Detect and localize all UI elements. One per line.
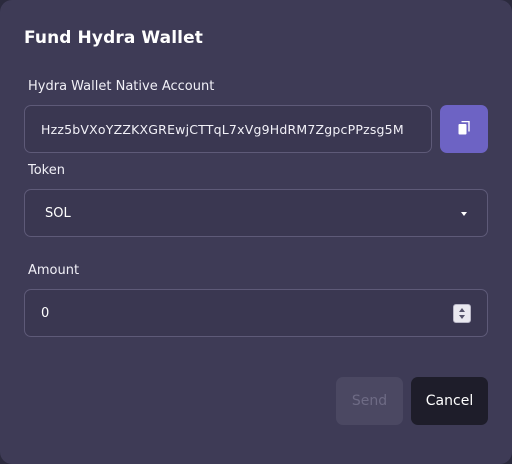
amount-value[interactable]: 0 [41, 306, 49, 321]
cancel-button[interactable]: Cancel [411, 377, 488, 425]
stepper-down-icon[interactable] [459, 315, 465, 319]
account-address-field[interactable]: Hzz5bVXoYZZKXGREwjCTTqL7xVg9HdRM7ZgpcPPz… [24, 105, 432, 153]
send-button[interactable]: Send [336, 377, 403, 425]
stepper-up-icon[interactable] [459, 308, 465, 312]
amount-input[interactable]: 0 [24, 289, 488, 337]
token-label: Token [28, 163, 65, 178]
fund-wallet-dialog: Fund Hydra Wallet Hydra Wallet Native Ac… [0, 0, 512, 464]
account-address-value[interactable]: Hzz5bVXoYZZKXGREwjCTTqL7xVg9HdRM7ZgpcPPz… [41, 122, 404, 137]
account-label: Hydra Wallet Native Account [28, 79, 215, 94]
amount-label: Amount [28, 263, 80, 278]
token-selected-value: SOL [45, 206, 71, 221]
dialog-title: Fund Hydra Wallet [24, 28, 203, 48]
copy-icon [458, 120, 470, 139]
copy-address-button[interactable] [440, 105, 488, 153]
amount-stepper[interactable] [453, 304, 471, 323]
token-select[interactable]: SOL [24, 189, 488, 237]
caret-down-icon [461, 212, 467, 216]
